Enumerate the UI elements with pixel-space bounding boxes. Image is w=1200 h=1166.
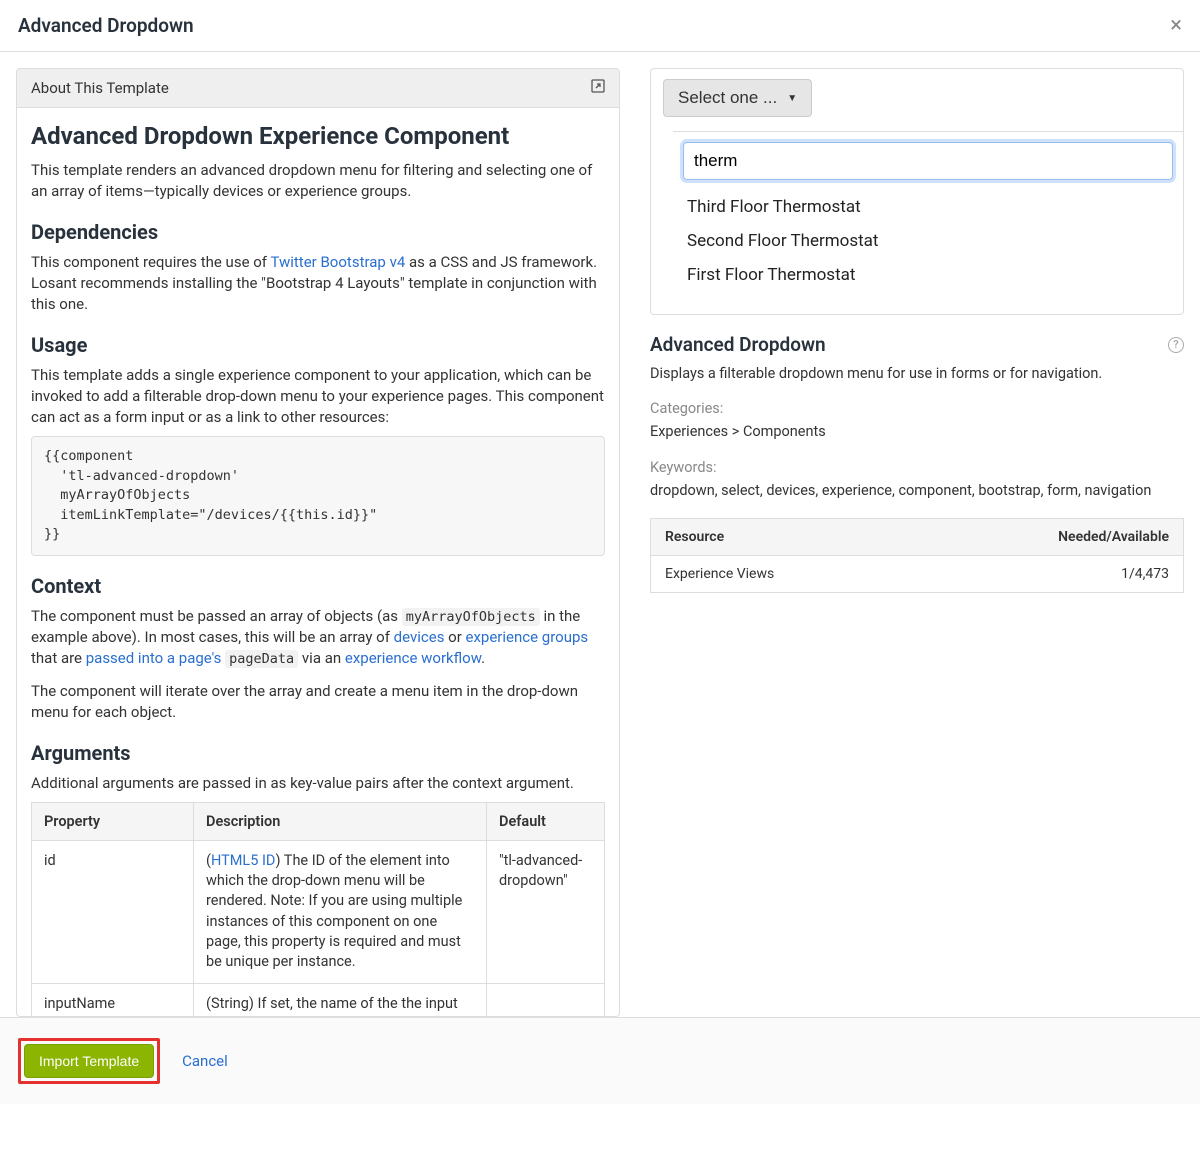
- keywords-value: dropdown, select, devices, experience, c…: [650, 480, 1184, 502]
- select-one-button[interactable]: Select one ... ▼: [663, 79, 812, 117]
- dropdown-panel: Third Floor Thermostat Second Floor Ther…: [673, 131, 1183, 300]
- about-panel-body: Advanced Dropdown Experience Component T…: [17, 108, 619, 1017]
- cell-default: "tl-advanced-dropdown": [487, 840, 605, 983]
- code-inline: myArrayOfObjects: [402, 608, 540, 626]
- close-icon[interactable]: ×: [1170, 15, 1182, 37]
- doc-h1: Advanced Dropdown Experience Component: [31, 122, 605, 150]
- th-resource: Resource: [651, 518, 916, 555]
- table-row: inputName (String) If set, the name of t…: [32, 983, 605, 1017]
- dropdown-item[interactable]: Second Floor Thermostat: [683, 224, 1173, 258]
- code-inline: pageData: [225, 650, 298, 668]
- th-needed: Needed/Available: [915, 518, 1183, 555]
- modal-header: Advanced Dropdown ×: [0, 0, 1200, 52]
- dropdown-item[interactable]: First Floor Thermostat: [683, 258, 1173, 292]
- keywords-label: Keywords:: [650, 459, 1184, 476]
- left-column: About This Template Advanced Dropdown Ex…: [16, 68, 620, 1017]
- experience-workflow-link[interactable]: experience workflow: [345, 649, 481, 667]
- devices-link[interactable]: devices: [394, 628, 445, 646]
- modal-footer: Import Template Cancel: [0, 1017, 1200, 1104]
- modal-body: About This Template Advanced Dropdown Ex…: [0, 52, 1200, 1017]
- import-template-button[interactable]: Import Template: [24, 1044, 154, 1078]
- expand-icon[interactable]: [591, 79, 605, 97]
- select-label: Select one ...: [678, 88, 777, 108]
- deps-para: This component requires the use of Twitt…: [31, 252, 605, 315]
- cell-needed: 1/4,473: [915, 555, 1183, 592]
- passed-link[interactable]: passed into a page's: [86, 649, 222, 667]
- usage-para: This template adds a single experience c…: [31, 365, 605, 428]
- args-table: Property Description Default id (HTML5 I…: [31, 802, 605, 1017]
- help-icon[interactable]: ?: [1168, 337, 1184, 353]
- about-panel-header: About This Template: [17, 69, 619, 108]
- right-column: Select one ... ▼ Third Floor Thermostat …: [650, 68, 1184, 1017]
- th-property: Property: [32, 802, 194, 840]
- preview-box: Select one ... ▼ Third Floor Thermostat …: [650, 68, 1184, 315]
- usage-heading: Usage: [31, 333, 605, 357]
- categories-label: Categories:: [650, 400, 1184, 417]
- args-heading: Arguments: [31, 741, 605, 765]
- cell-default: [487, 983, 605, 1017]
- dropdown-item[interactable]: Third Floor Thermostat: [683, 190, 1173, 224]
- context-para1: The component must be passed an array of…: [31, 606, 605, 669]
- modal-title: Advanced Dropdown: [18, 14, 194, 37]
- sidebar-desc: Displays a filterable dropdown menu for …: [650, 364, 1184, 384]
- bootstrap-link[interactable]: Twitter Bootstrap v4: [270, 253, 405, 271]
- th-default: Default: [487, 802, 605, 840]
- about-panel-title: About This Template: [31, 79, 169, 97]
- cell-description: (HTML5 ID) The ID of the element into wh…: [194, 840, 487, 983]
- th-description: Description: [194, 802, 487, 840]
- cell-resource: Experience Views: [651, 555, 916, 592]
- import-highlight: Import Template: [18, 1038, 160, 1084]
- sidebar-title: Advanced Dropdown: [650, 333, 826, 356]
- context-heading: Context: [31, 574, 605, 598]
- cancel-button[interactable]: Cancel: [182, 1052, 228, 1070]
- cell-property: id: [32, 840, 194, 983]
- args-para: Additional arguments are passed in as ke…: [31, 773, 605, 794]
- filter-input[interactable]: [683, 142, 1173, 180]
- html5-id-link[interactable]: HTML5 ID: [211, 852, 275, 869]
- doc-intro: This template renders an advanced dropdo…: [31, 160, 605, 202]
- code-block: {{component 'tl-advanced-dropdown' myArr…: [31, 436, 605, 556]
- cell-property: inputName: [32, 983, 194, 1017]
- experience-groups-link[interactable]: experience groups: [466, 628, 589, 646]
- resource-table: Resource Needed/Available Experience Vie…: [650, 518, 1184, 593]
- context-para2: The component will iterate over the arra…: [31, 681, 605, 723]
- caret-down-icon: ▼: [787, 93, 797, 104]
- about-panel: About This Template Advanced Dropdown Ex…: [16, 68, 620, 1017]
- table-row: id (HTML5 ID) The ID of the element into…: [32, 840, 605, 983]
- sidebar-title-row: Advanced Dropdown ?: [650, 333, 1184, 356]
- categories-value: Experiences > Components: [650, 421, 1184, 443]
- deps-heading: Dependencies: [31, 220, 605, 244]
- cell-description: (String) If set, the name of the the inp…: [194, 983, 487, 1017]
- table-row: Experience Views 1/4,473: [651, 555, 1184, 592]
